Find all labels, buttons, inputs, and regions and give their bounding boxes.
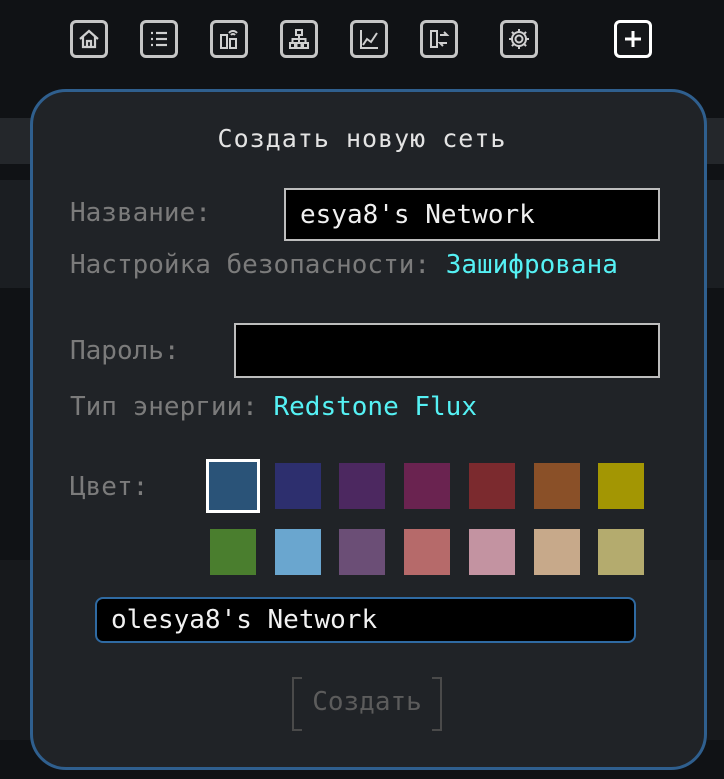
network-name-field[interactable]: esya8's Network [284,188,660,241]
network-tree-icon [289,29,309,49]
network-name-preview-field[interactable]: olesya8's Network [95,597,636,643]
transfer-icon [430,30,450,48]
wireless-connector-icon [220,30,238,49]
transfer-tab-button[interactable] [420,20,458,58]
color-swatch-1[interactable] [206,459,260,513]
color-swatch-2[interactable] [274,463,321,509]
create-network-tab-button[interactable] [614,20,652,58]
toolbar [0,12,724,72]
connector-tab-button[interactable] [210,20,248,58]
home-icon [79,29,99,49]
security-value[interactable]: Зашифрована [446,250,618,280]
network-name-preview-text: olesya8's Network [111,605,378,635]
list-icon [151,31,167,47]
plus-icon [625,31,641,47]
energy-type-row[interactable]: Тип энергии: Redstone Flux [70,392,477,422]
color-swatch-13[interactable] [533,529,580,575]
energy-type-label: Тип энергии: [70,392,258,422]
color-swatch-8[interactable] [210,529,256,575]
list-tab-button[interactable] [140,20,178,58]
home-tab-button[interactable] [70,20,108,58]
password-field[interactable] [234,323,660,378]
color-swatch-14[interactable] [598,529,645,575]
security-label: Настройка безопасности: [70,250,431,280]
color-swatch-9[interactable] [274,529,321,575]
statistics-chart-icon [360,30,378,49]
color-label: Цвет: [70,472,149,502]
color-swatch-11[interactable] [404,529,451,575]
dialog-title: Создать новую сеть [217,124,507,153]
gear-icon [509,29,529,49]
color-swatch-10[interactable] [339,529,386,575]
color-swatch-12[interactable] [468,529,515,575]
energy-type-value[interactable]: Redstone Flux [274,392,478,422]
color-swatch-3[interactable] [339,463,386,509]
network-tab-button[interactable] [280,20,318,58]
security-setting-row[interactable]: Настройка безопасности: Зашифрована [70,250,618,280]
create-button[interactable]: Создать [292,677,442,731]
password-label: Пароль: [70,336,180,366]
color-swatch-5[interactable] [468,463,515,509]
color-swatch-7[interactable] [598,463,645,509]
statistics-tab-button[interactable] [350,20,388,58]
create-button-right-bracket [432,677,442,731]
settings-tab-button[interactable] [500,20,538,58]
network-name-field-text: esya8's Network [300,199,535,230]
color-swatch-6[interactable] [533,463,580,509]
create-button-label: Создать [312,687,422,717]
create-button-left-bracket [292,677,302,731]
color-swatch-4[interactable] [404,463,451,509]
name-label: Название: [70,198,211,228]
